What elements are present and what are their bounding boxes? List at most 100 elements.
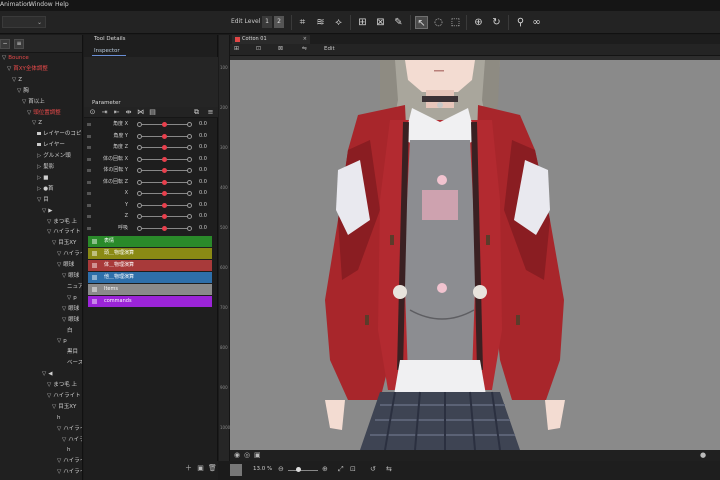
tree-item[interactable]: ▽ 眼球 <box>62 316 79 325</box>
key-left-icon[interactable]: ⇥ <box>100 108 109 117</box>
expand-arrow-icon[interactable]: ▽ <box>52 240 56 246</box>
expand-button[interactable]: ≡ <box>14 39 24 49</box>
slider-handle[interactable] <box>161 168 167 173</box>
slider-max-dot[interactable] <box>187 179 192 185</box>
eye-icon[interactable] <box>37 143 41 147</box>
tree-item[interactable]: ▽ Z <box>12 76 22 85</box>
slider-max-dot[interactable] <box>187 225 192 231</box>
keyframe-icon[interactable]: ⋈ <box>136 108 145 117</box>
expand-arrow-icon[interactable]: ▽ <box>12 77 16 83</box>
mesh-edit-icon[interactable]: ⊠ <box>374 16 387 29</box>
parameter-value[interactable]: 0.0 <box>199 177 207 188</box>
expand-arrow-icon[interactable]: ▽ <box>67 295 71 301</box>
menu-help[interactable]: Help <box>55 1 69 8</box>
parameter-group[interactable]: Items <box>88 284 212 295</box>
parameter-value[interactable]: 0.0 <box>199 142 207 153</box>
tree-item[interactable]: 白 <box>67 327 73 336</box>
mirror-icon[interactable]: ⇋ <box>302 45 307 52</box>
arrow-select-icon[interactable]: ↖ <box>415 16 428 29</box>
expand-arrow-icon[interactable]: ▽ <box>32 120 36 126</box>
parameter-key-icon[interactable] <box>87 203 91 207</box>
folder-icon[interactable]: ▣ <box>196 464 205 473</box>
parameter-group[interactable]: commands <box>88 296 212 307</box>
parameter-key-icon[interactable] <box>87 192 91 195</box>
parameter-key-icon[interactable] <box>87 215 91 218</box>
tree-item[interactable]: ▽ p <box>67 294 77 303</box>
add-icon[interactable]: ＋ <box>184 464 193 473</box>
tree-item[interactable]: ▷ ■ <box>37 174 48 183</box>
menu-animation[interactable]: Animation <box>0 1 31 8</box>
parameter-value[interactable]: 0.0 <box>199 188 207 199</box>
parameter-key-icon[interactable] <box>87 146 91 149</box>
zoom-value[interactable]: 13.0 % <box>253 466 272 472</box>
slider-max-dot[interactable] <box>187 145 192 150</box>
slider-min-dot[interactable] <box>137 225 142 231</box>
tree-item[interactable]: ▽ 目玉XY <box>52 239 76 248</box>
expand-arrow-icon[interactable]: ▽ <box>57 469 61 475</box>
rotate-icon[interactable]: ↻ <box>490 16 503 29</box>
grid-icon[interactable]: ⊞ <box>234 45 239 52</box>
tree-item[interactable]: ▽ 眼球 <box>62 305 79 314</box>
tree-item[interactable]: ▽ハイライト <box>57 457 82 466</box>
expand-arrow-icon[interactable]: ▽ <box>57 458 61 464</box>
eye-icon[interactable] <box>37 132 41 136</box>
slider-handle[interactable] <box>161 214 167 219</box>
parameter-key-icon[interactable] <box>87 123 91 126</box>
tree-item[interactable]: レイヤー <box>37 141 65 150</box>
deformer-icon[interactable]: ⌗ <box>296 16 309 29</box>
expand-arrow-icon[interactable]: ▷ <box>37 164 41 170</box>
zoom-slider[interactable] <box>288 470 318 471</box>
expand-arrow-icon[interactable]: ▽ <box>62 306 66 312</box>
slider-handle[interactable] <box>161 179 167 185</box>
tree-item[interactable]: h <box>67 446 71 455</box>
expand-arrow-icon[interactable]: ▽ <box>47 393 51 399</box>
expand-arrow-icon[interactable]: ▽ <box>47 229 51 235</box>
parameter-key-icon[interactable] <box>87 226 91 230</box>
expand-arrow-icon[interactable]: ▷ <box>37 186 41 192</box>
zoom-out-icon[interactable]: ⊖ <box>278 465 284 473</box>
expand-arrow-icon[interactable]: ▽ <box>62 273 66 279</box>
parameter-value[interactable]: 0.0 <box>199 154 207 165</box>
tree-item[interactable]: ▽ 頭位置調整 <box>27 109 61 118</box>
slider-min-dot[interactable] <box>137 145 142 150</box>
expand-arrow-icon[interactable]: ▽ <box>62 437 66 443</box>
tree-item[interactable]: ▽ハイライト <box>62 436 82 445</box>
expand-arrow-icon[interactable]: ▽ <box>37 197 41 203</box>
copy-icon[interactable]: ⧉ <box>192 108 201 117</box>
slider-max-dot[interactable] <box>187 133 192 139</box>
reset-icon[interactable]: ⊙ <box>88 108 97 117</box>
parameter-key-icon[interactable] <box>87 157 91 161</box>
film-icon[interactable]: ▣ <box>254 451 261 459</box>
workspace-dropdown[interactable]: ⌄ <box>2 16 46 28</box>
tree-item[interactable]: ▷ グルメン頭 <box>37 152 71 161</box>
zoom-slider-handle[interactable] <box>296 467 301 472</box>
tree-item[interactable]: ▽ハイライト <box>47 392 81 401</box>
parameter-value[interactable]: 0.0 <box>199 211 207 222</box>
tree-item[interactable]: ▽ 首XY全体調整 <box>7 65 48 74</box>
tree-item[interactable]: ベース <box>67 359 82 368</box>
tree-item[interactable]: ▽ハイライト <box>57 250 82 259</box>
trash-icon[interactable]: 🗑 <box>208 464 217 473</box>
camera-icon[interactable]: ◉ <box>234 451 240 459</box>
parameter-group[interactable]: 頭＿物理演算 <box>88 248 212 259</box>
expand-arrow-icon[interactable]: ▽ <box>47 219 51 225</box>
mesh-icon[interactable]: ⊞ <box>356 16 369 29</box>
menu-window[interactable]: Window <box>29 1 53 8</box>
slider-handle[interactable] <box>161 122 167 127</box>
tab-tool-details[interactable]: Tool Details <box>94 36 126 42</box>
tab-parameter[interactable]: Parameter <box>92 100 121 106</box>
edit-level-1-button[interactable]: 1 <box>262 16 272 28</box>
slider-max-dot[interactable] <box>187 168 192 173</box>
background-color-swatch[interactable] <box>230 464 242 476</box>
slider-min-dot[interactable] <box>137 191 142 196</box>
parameter-value[interactable]: 0.0 <box>199 165 207 176</box>
tree-item[interactable]: ▽ まつ毛 上 <box>47 381 77 390</box>
key-right-icon[interactable]: ⇤ <box>112 108 121 117</box>
slider-max-dot[interactable] <box>187 122 192 127</box>
tree-item[interactable]: ▽ ▶ <box>42 207 52 216</box>
document-tab[interactable]: Cotton 01 × <box>232 35 310 44</box>
actual-size-icon[interactable]: ⊡ <box>350 465 356 473</box>
tab-inspector[interactable]: Inspector <box>94 48 120 54</box>
expand-arrow-icon[interactable]: ▽ <box>57 262 61 268</box>
expand-arrow-icon[interactable]: ▽ <box>57 251 61 257</box>
